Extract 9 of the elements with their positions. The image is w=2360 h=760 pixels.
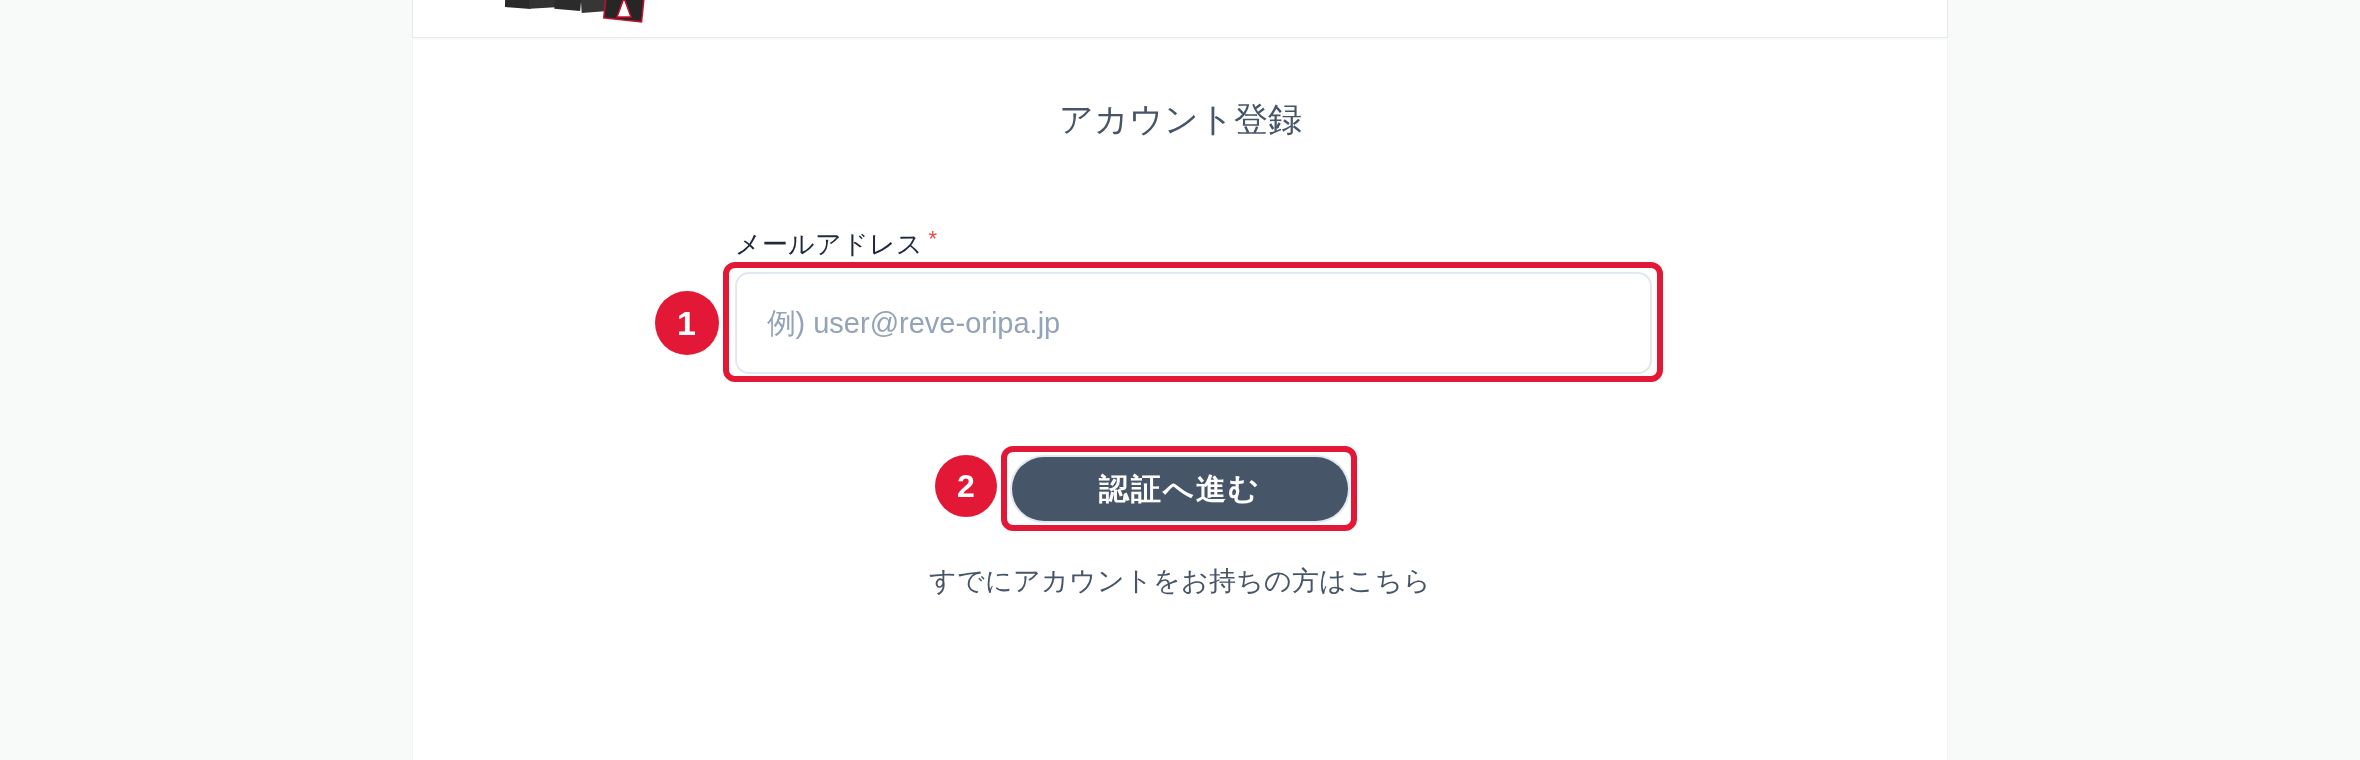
logo-drawing[interactable] [505, 0, 647, 24]
page-title: アカウント登録 [1058, 99, 1302, 140]
email-input-field[interactable]: 例) user@reve-oripa.jp [734, 272, 1652, 374]
required-mark: * [928, 228, 938, 250]
callout-number: 2 [935, 455, 997, 517]
proceed-button[interactable]: 認証へ進む [1012, 457, 1348, 521]
callout-number: 1 [654, 291, 719, 355]
field-label: メールアドレス [734, 228, 923, 260]
login-link[interactable]: すでにアカウントをお持ちの方はこちら [929, 564, 1431, 598]
